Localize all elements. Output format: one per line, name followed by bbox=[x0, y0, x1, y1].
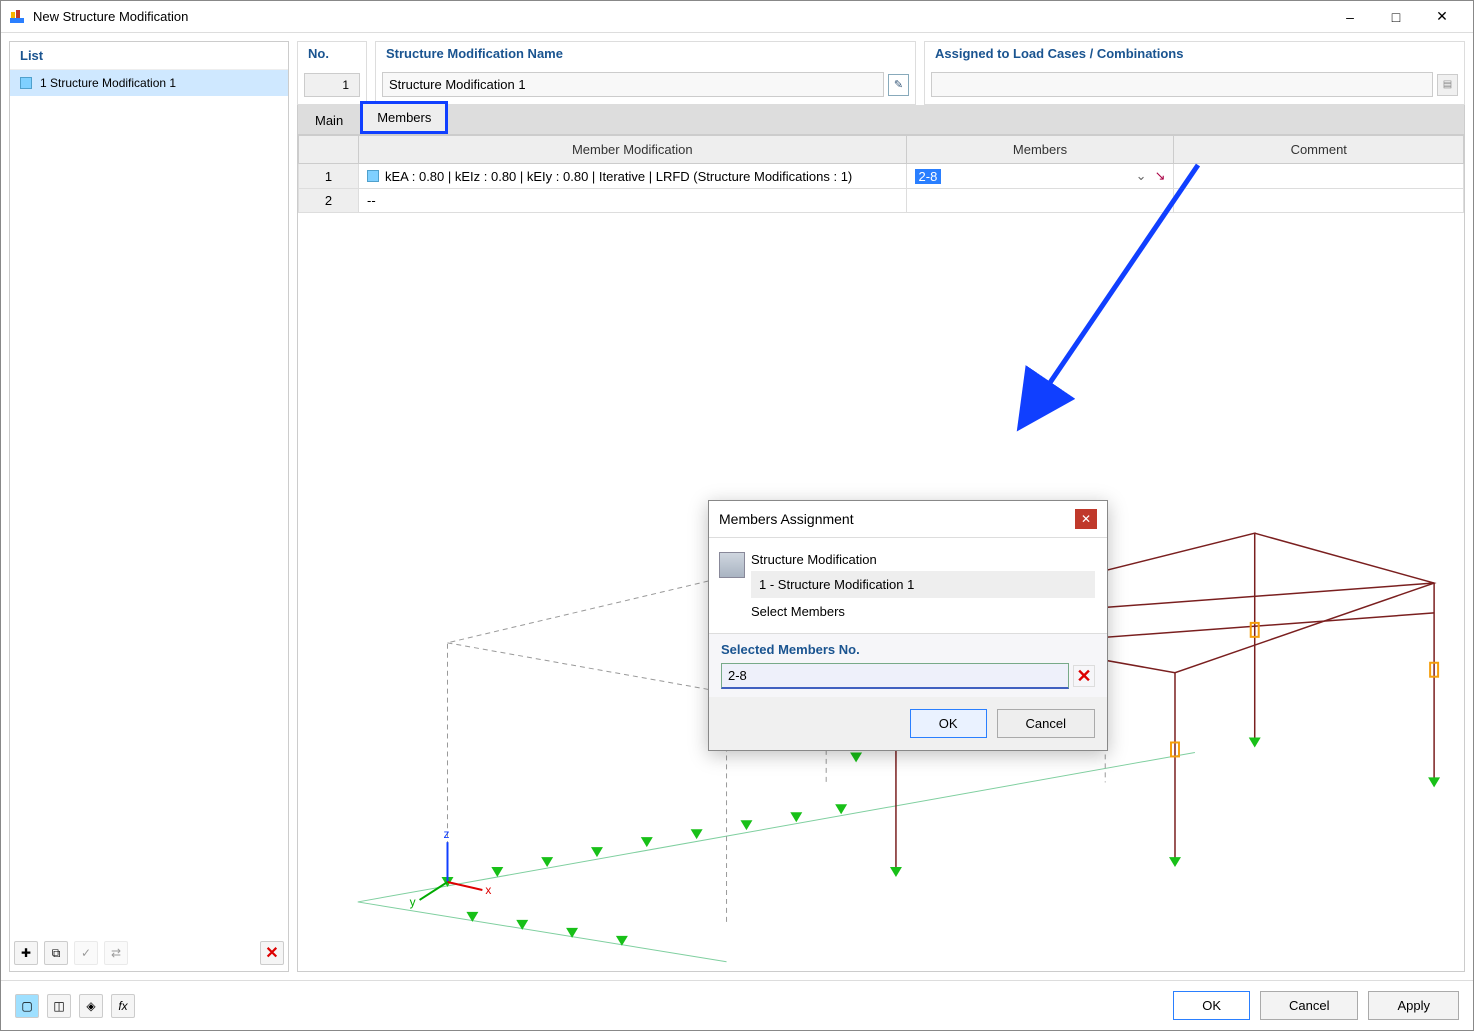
members-cell[interactable] bbox=[906, 189, 1174, 213]
axis-y-label: y bbox=[410, 895, 416, 909]
modal-title: Members Assignment bbox=[719, 511, 1075, 527]
pick-members-icon[interactable]: ↘ bbox=[1155, 168, 1166, 184]
mod-text: kEA : 0.80 | kEIz : 0.80 | kEIy : 0.80 |… bbox=[385, 169, 852, 184]
maximize-button[interactable]: □ bbox=[1373, 1, 1419, 33]
table-row[interactable]: 1 kEA : 0.80 | kEIz : 0.80 | kEIy : 0.80… bbox=[299, 164, 1464, 189]
close-button[interactable]: ✕ bbox=[1419, 1, 1465, 33]
view-mode-1-icon[interactable]: ▢ bbox=[15, 994, 39, 1018]
modal-select-label[interactable]: Select Members bbox=[751, 604, 1095, 619]
tab-members[interactable]: Members bbox=[360, 101, 448, 134]
row-num: 2 bbox=[299, 189, 359, 213]
selected-members-input[interactable] bbox=[721, 663, 1069, 689]
list-item-label: 1 Structure Modification 1 bbox=[40, 76, 176, 90]
cancel-button[interactable]: Cancel bbox=[1260, 991, 1358, 1020]
view-mode-2-icon[interactable]: ◫ bbox=[47, 994, 71, 1018]
modal-ok-button[interactable]: OK bbox=[910, 709, 987, 738]
name-panel: Structure Modification Name ✎ bbox=[375, 41, 916, 105]
axis-x-label: x bbox=[485, 883, 491, 897]
col-num-header bbox=[299, 136, 359, 164]
clear-selection-icon[interactable]: ✕ bbox=[1073, 665, 1095, 687]
col-mem-header: Members bbox=[906, 136, 1174, 164]
mod-cell[interactable]: kEA : 0.80 | kEIz : 0.80 | kEIy : 0.80 |… bbox=[359, 164, 907, 189]
view-mode-3-icon[interactable]: ◈ bbox=[79, 994, 103, 1018]
apply-button[interactable]: Apply bbox=[1368, 991, 1459, 1020]
modal-close-button[interactable]: ✕ bbox=[1075, 509, 1097, 529]
app-icon bbox=[9, 9, 25, 25]
check-icon: ✓ bbox=[74, 941, 98, 965]
no-value: 1 bbox=[304, 73, 360, 97]
delete-icon[interactable]: ✕ bbox=[260, 941, 284, 965]
window-title: New Structure Modification bbox=[33, 9, 1327, 24]
col-com-header: Comment bbox=[1174, 136, 1464, 164]
members-table: Member Modification Members Comment 1 kE… bbox=[298, 135, 1464, 213]
mod-cell[interactable]: -- bbox=[359, 189, 907, 213]
sidebar-toolbar: ✚ ⧉ ✓ ⇄ ✕ bbox=[10, 935, 288, 971]
tab-main[interactable]: Main bbox=[300, 106, 358, 134]
name-header: Structure Modification Name bbox=[376, 42, 915, 65]
modal-cancel-button[interactable]: Cancel bbox=[997, 709, 1095, 738]
modal-section-label: Structure Modification bbox=[751, 552, 1095, 567]
name-input[interactable] bbox=[382, 72, 884, 97]
minimize-button[interactable]: – bbox=[1327, 1, 1373, 33]
color-swatch-icon bbox=[20, 77, 32, 89]
comment-cell[interactable] bbox=[1174, 164, 1464, 189]
toggle-icon: ⇄ bbox=[104, 941, 128, 965]
dialog-footer: ▢ ◫ ◈ fx OK Cancel Apply bbox=[1, 980, 1473, 1030]
chevron-down-icon[interactable]: ⌄ bbox=[1132, 168, 1151, 184]
assign-panel: Assigned to Load Cases / Combinations ▤ bbox=[924, 41, 1465, 105]
selected-members-label: Selected Members No. bbox=[721, 642, 1095, 657]
comment-cell[interactable] bbox=[1174, 189, 1464, 213]
new-icon[interactable]: ✚ bbox=[14, 941, 38, 965]
list-item[interactable]: 1 Structure Modification 1 bbox=[10, 70, 288, 96]
titlebar: New Structure Modification – □ ✕ bbox=[1, 1, 1473, 33]
members-cell[interactable]: 2-8 ⌄ ↘ bbox=[906, 164, 1174, 189]
copy-icon[interactable]: ⧉ bbox=[44, 941, 68, 965]
list-header: List bbox=[10, 42, 288, 69]
view-mode-4-icon[interactable]: fx bbox=[111, 994, 135, 1018]
assign-header: Assigned to Load Cases / Combinations bbox=[925, 42, 1464, 65]
assign-picker-icon[interactable]: ▤ bbox=[1437, 74, 1458, 96]
col-mod-header: Member Modification bbox=[359, 136, 907, 164]
ok-button[interactable]: OK bbox=[1173, 991, 1250, 1020]
structure-icon bbox=[719, 552, 745, 578]
members-value: 2-8 bbox=[915, 169, 942, 184]
color-swatch-icon bbox=[367, 170, 379, 182]
tab-strip: Main Members bbox=[297, 105, 1465, 135]
edit-name-icon[interactable]: ✎ bbox=[888, 74, 909, 96]
assign-input[interactable] bbox=[931, 72, 1433, 97]
no-panel: No. 1 bbox=[297, 41, 367, 105]
table-row[interactable]: 2 -- bbox=[299, 189, 1464, 213]
modal-section-item[interactable]: 1 - Structure Modification 1 bbox=[751, 571, 1095, 598]
members-assignment-dialog: Members Assignment ✕ Structure Modificat… bbox=[708, 500, 1108, 751]
axis-z-label: z bbox=[444, 827, 450, 841]
row-num: 1 bbox=[299, 164, 359, 189]
no-header: No. bbox=[298, 42, 366, 65]
